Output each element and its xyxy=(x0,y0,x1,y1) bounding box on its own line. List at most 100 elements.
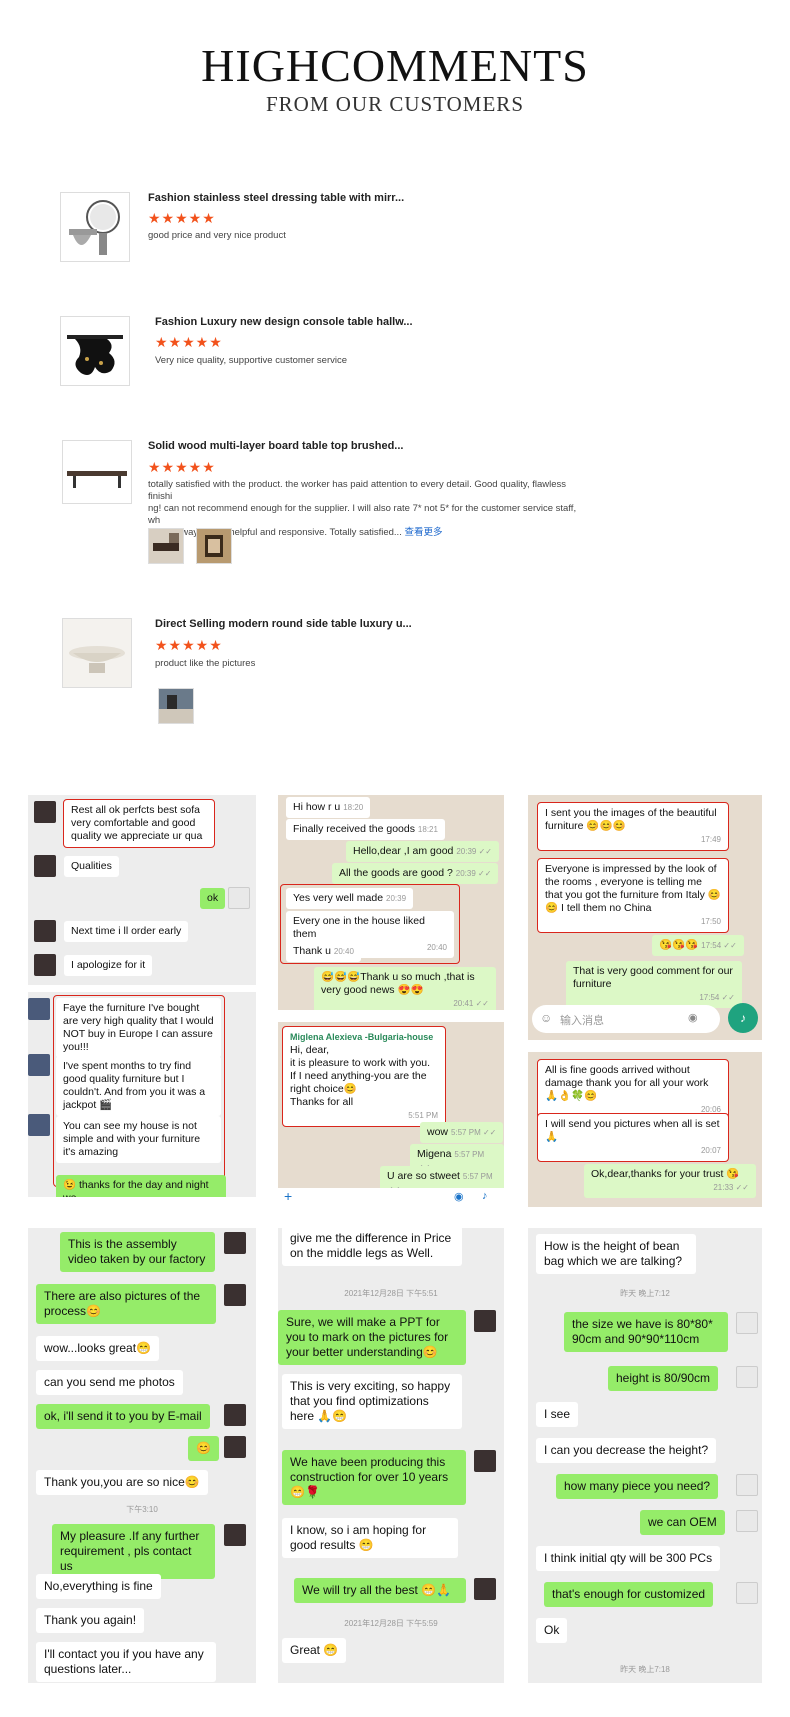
chat-message: give me the difference in Price on the m… xyxy=(282,1228,462,1266)
chat-message: the size we have is 80*80* 90cm and 90*9… xyxy=(564,1312,728,1352)
chat-message: wow...looks great😁 xyxy=(36,1336,159,1361)
chat-message: I see xyxy=(536,1402,579,1427)
chat-message: We have been producing this construction… xyxy=(282,1450,466,1505)
chat-message: How is the height of bean bag which we a… xyxy=(536,1234,696,1274)
chat-screenshot-3b: All is fine goods arrived without damage… xyxy=(528,1052,762,1207)
chat-message: height is 80/90cm xyxy=(608,1366,719,1391)
chat-message: I apologize for it xyxy=(64,955,153,976)
mic-icon[interactable]: ♪ xyxy=(482,1190,488,1202)
chat-message: Thank you,you are so nice😊 xyxy=(36,1470,208,1495)
page-subtitle: FROM OUR CUSTOMERS xyxy=(265,92,524,116)
review-product-title[interactable]: Solid wood multi-layer board table top b… xyxy=(148,440,403,452)
chat-message: This is the assembly video taken by our … xyxy=(60,1232,215,1272)
chat-screenshot-6: How is the height of bean bag which we a… xyxy=(528,1228,762,1683)
avatar xyxy=(224,1524,246,1546)
mic-button[interactable]: ♪ xyxy=(728,1003,758,1033)
review-product-title[interactable]: Direct Selling modern round side table l… xyxy=(155,618,412,630)
chat-message: All the goods are good ? 20:39 ✓✓ xyxy=(332,863,499,884)
chat-message: All is fine goods arrived without damage… xyxy=(537,1059,729,1121)
page-header: HIGHCOMMENTS FROM OUR CUSTOMERS xyxy=(0,40,790,116)
star-rating: ★★★★★ xyxy=(148,459,216,475)
product-thumbnail[interactable] xyxy=(60,192,130,262)
chat-message: That is very good comment for our furnit… xyxy=(566,961,742,1008)
avatar xyxy=(736,1474,758,1496)
chat-message: Everyone is impressed by the look of the… xyxy=(537,858,729,933)
message-input-bar[interactable]: + ◉ ♪ xyxy=(278,1188,504,1207)
review-product-title[interactable]: Fashion stainless steel dressing table w… xyxy=(148,192,404,204)
star-rating: ★★★★★ xyxy=(155,334,223,350)
chat-message: This is very exciting, so happy that you… xyxy=(282,1374,462,1429)
chat-message: Miglena Alexieva -Bulgaria-house Hi, dea… xyxy=(282,1026,446,1127)
avatar xyxy=(736,1582,758,1604)
chat-screenshot-5: give me the difference in Price on the m… xyxy=(278,1228,504,1683)
chat-message: Qualities xyxy=(64,856,119,877)
page-title: HIGHCOMMENTS xyxy=(201,40,589,91)
chat-message: 😘😘😘 17:54 ✓✓ xyxy=(652,935,744,956)
review-product-title[interactable]: Fashion Luxury new design console table … xyxy=(155,316,413,328)
avatar xyxy=(28,1054,50,1076)
chat-message: Hello,dear ,I am good 20:39 ✓✓ xyxy=(346,841,499,862)
chat-message: Thank you again! xyxy=(36,1608,145,1633)
avatar xyxy=(28,998,50,1020)
avatar xyxy=(34,920,56,942)
review-photo[interactable] xyxy=(158,688,194,724)
avatar xyxy=(224,1436,246,1458)
avatar xyxy=(736,1312,758,1334)
avatar xyxy=(474,1578,496,1600)
avatar xyxy=(224,1232,246,1254)
camera-icon[interactable]: ◉ xyxy=(454,1190,464,1203)
product-thumbnail[interactable] xyxy=(60,316,130,386)
chat-message: There are also pictures of the process😊 xyxy=(36,1284,216,1324)
avatar xyxy=(736,1366,758,1388)
chat-screenshot-2a: Hi how r u 18:20 Finally received the go… xyxy=(278,795,504,1010)
product-thumbnail[interactable] xyxy=(62,618,132,688)
message-input[interactable]: ☺ 输入消息 ◉ xyxy=(532,1005,720,1033)
emoji-icon[interactable]: ☺ xyxy=(540,1011,552,1025)
review-text: Very nice quality, supportive customer s… xyxy=(155,355,348,366)
product-thumbnail[interactable] xyxy=(62,440,132,504)
chat-message: ok xyxy=(200,888,226,909)
chat-message: Rest all ok perfcts best sofa very comfo… xyxy=(63,799,215,848)
review-text: product like the pictures xyxy=(155,658,256,669)
star-rating: ★★★★★ xyxy=(148,210,216,226)
chat-message: Ok xyxy=(536,1618,568,1643)
review-photo[interactable] xyxy=(196,528,232,564)
chat-timestamp: 昨天 晚上7:12 xyxy=(620,1289,670,1298)
chat-screenshot-1a: Rest all ok perfcts best sofa very comfo… xyxy=(28,795,256,985)
chat-screenshot-3a: I sent you the images of the beautiful f… xyxy=(528,795,762,1040)
chat-message: 😊 xyxy=(188,1436,219,1461)
chat-screenshot-2b: Miglena Alexieva -Bulgaria-house Hi, dea… xyxy=(278,1022,504,1207)
avatar xyxy=(224,1284,246,1306)
input-placeholder: 输入消息 xyxy=(560,1015,604,1027)
star-rating: ★★★★★ xyxy=(155,637,223,653)
chat-message: how many piece you need? xyxy=(556,1474,719,1499)
chat-message: Next time i ll order early xyxy=(64,921,189,942)
avatar xyxy=(34,801,56,823)
chat-timestamp: 2021年12月28日 下午5:59 xyxy=(344,1619,438,1628)
review-text: good price and very nice product xyxy=(148,230,286,241)
chat-timestamp: 昨天 晚上7:18 xyxy=(620,1665,670,1674)
chat-message: We will try all the best 😁🙏 xyxy=(294,1578,466,1603)
chat-timestamp: 2021年12月28日 下午5:51 xyxy=(344,1289,438,1298)
chat-message: I will send you pictures when all is set… xyxy=(537,1113,729,1162)
chat-message: I've spent months to try find good quali… xyxy=(56,1056,221,1116)
chat-timestamp: 下午3:10 xyxy=(126,1505,158,1514)
chat-message: No,everything is fine xyxy=(36,1574,161,1599)
add-icon[interactable]: + xyxy=(284,1188,292,1204)
chat-message: I'll contact you if you have any questio… xyxy=(36,1642,216,1682)
avatar xyxy=(736,1510,758,1532)
review-photo[interactable] xyxy=(148,528,184,564)
read-more-link[interactable]: 查看更多 xyxy=(404,527,442,538)
chat-message: 😅😅😅Thank u so much ,that is very good ne… xyxy=(314,967,496,1010)
chat-message: Yes very well made 20:39 xyxy=(286,888,414,909)
chat-message: that's enough for customized xyxy=(544,1582,714,1607)
chat-message: we can OEM xyxy=(640,1510,725,1535)
chat-message: You can see my house is not simple and w… xyxy=(56,1116,221,1163)
camera-icon[interactable]: ◉ xyxy=(688,1011,698,1024)
chat-message: can you send me photos xyxy=(36,1370,183,1395)
chat-message: I know, so i am hoping for good results … xyxy=(282,1518,458,1558)
avatar xyxy=(474,1450,496,1472)
chat-message: Sure, we will make a PPT for you to mark… xyxy=(278,1310,466,1365)
avatar xyxy=(34,855,56,877)
chat-message: Faye the furniture I've bought are very … xyxy=(56,998,221,1058)
